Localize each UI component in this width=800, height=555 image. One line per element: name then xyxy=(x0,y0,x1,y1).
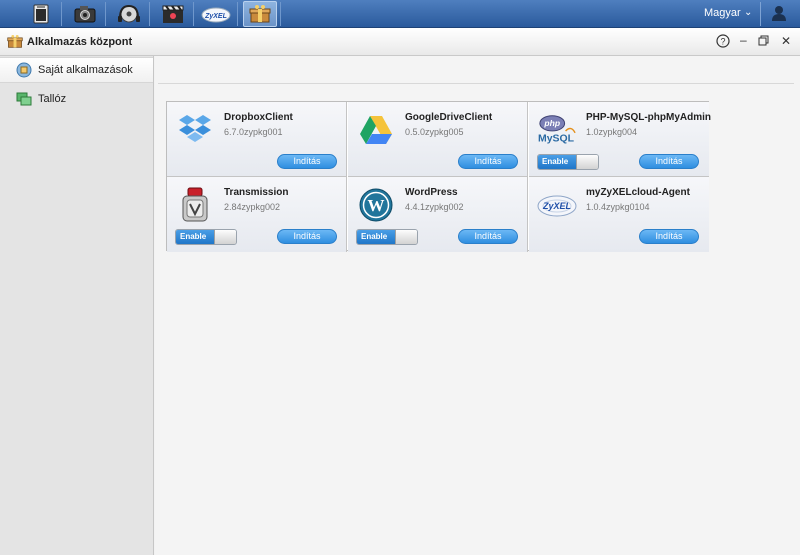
user-icon[interactable] xyxy=(770,4,788,25)
app-version: 6.7.0zypkg001 xyxy=(224,127,283,137)
app-name: myZyXELcloud-Agent xyxy=(586,187,690,198)
start-button-zyxel-cloud-agent[interactable]: Indítás xyxy=(639,229,699,244)
toggle-label: Enable xyxy=(357,230,395,244)
toggle-label: Enable xyxy=(538,155,576,169)
language-selector[interactable]: Magyar xyxy=(704,7,741,19)
video-icon xyxy=(162,5,184,23)
enable-toggle-wordpress[interactable]: Enable xyxy=(356,229,418,245)
app-version: 1.0zypkg004 xyxy=(586,127,638,137)
app-tile-transmission: Transmission 2.84zypkg002 Enable Indítás xyxy=(167,177,347,252)
file-browser-icon xyxy=(33,4,49,24)
app-tile-zyxel-cloud-agent: ZyXEL myZyXELcloud-Agent 1.0.4zypkg0104 … xyxy=(529,177,709,252)
app-name: WordPress xyxy=(405,187,458,198)
my-apps-icon xyxy=(16,62,32,78)
main-panel: DropboxClient 6.7.0zypkg001 Indítás Goog… xyxy=(155,56,800,555)
help-icon[interactable]: ? xyxy=(716,34,730,51)
dropbox-icon xyxy=(175,110,215,150)
app-tile-dropbox: DropboxClient 6.7.0zypkg001 Indítás xyxy=(167,102,347,177)
app-name: DropboxClient xyxy=(224,112,293,123)
app-center-icon xyxy=(7,34,23,52)
app-tile-php-mysql: php MySQL PHP-MySQL-phpMyAdmin 1.0zypkg0… xyxy=(529,102,711,177)
svg-text:?: ? xyxy=(720,37,725,47)
chevron-down-icon[interactable]: ⌄ xyxy=(744,7,752,18)
sidebar-item-browse[interactable]: Tallóz xyxy=(0,86,153,112)
toggle-knob xyxy=(214,230,236,244)
sidebar-item-my-apps[interactable]: Saját alkalmazások xyxy=(0,57,153,83)
taskbar-video-button[interactable] xyxy=(156,1,190,27)
zyxel-logo-text: ZyXEL xyxy=(542,201,571,211)
transmission-icon xyxy=(175,185,215,225)
taskbar-music-button[interactable] xyxy=(112,1,146,27)
sidebar-item-label: Tallóz xyxy=(38,93,67,105)
close-icon[interactable]: ✕ xyxy=(781,34,791,48)
taskbar-zyxel-button[interactable]: ZyXEL xyxy=(199,1,233,27)
window-header: Alkalmazás központ ? – ✕ xyxy=(0,28,800,56)
zyxel-logo-text: ZyXEL xyxy=(204,13,227,20)
app-name: Transmission xyxy=(224,187,289,198)
zyxel-cloud-icon: ZyXEL xyxy=(201,7,231,23)
browse-icon xyxy=(16,91,32,107)
photo-icon xyxy=(74,6,96,23)
php-logo-text: php xyxy=(543,118,560,128)
start-button-google-drive[interactable]: Indítás xyxy=(458,154,518,169)
app-version: 2.84zypkg002 xyxy=(224,202,281,212)
app-tile-google-drive: GoogleDriveClient 0.5.0zypkg005 Indítás xyxy=(348,102,528,177)
toggle-knob xyxy=(395,230,417,244)
taskbar-file-browser-button[interactable] xyxy=(24,1,58,27)
app-name: PHP-MySQL-phpMyAdmin xyxy=(586,112,711,123)
restore-icon[interactable] xyxy=(758,35,769,49)
app-tile-wordpress: W WordPress 4.4.1zypkg002 Enable Indítás xyxy=(348,177,528,252)
svg-text:W: W xyxy=(368,196,385,215)
start-button-dropbox[interactable]: Indítás xyxy=(277,154,337,169)
wordpress-icon: W xyxy=(356,185,396,225)
sidebar-item-label: Saját alkalmazások xyxy=(38,64,133,76)
app-version: 1.0.4zypkg0104 xyxy=(586,202,650,212)
app-grid: DropboxClient 6.7.0zypkg001 Indítás Goog… xyxy=(166,101,711,252)
app-version: 4.4.1zypkg002 xyxy=(405,202,464,212)
mysql-logo-text: MySQL xyxy=(538,133,575,144)
php-mysql-icon: php MySQL xyxy=(537,110,577,150)
app-center-icon xyxy=(249,5,271,23)
window-title: Alkalmazás központ xyxy=(27,36,133,48)
minimize-icon[interactable]: – xyxy=(740,33,747,47)
toggle-label: Enable xyxy=(176,230,214,244)
taskbar-photo-button[interactable] xyxy=(68,1,102,27)
enable-toggle-php-mysql[interactable]: Enable xyxy=(537,154,599,170)
app-name: GoogleDriveClient xyxy=(405,112,493,123)
taskbar-app-center-button[interactable] xyxy=(243,1,277,27)
taskbar: ZyXEL Magyar ⌄ xyxy=(0,0,800,28)
zyxel-cloud-icon: ZyXEL xyxy=(537,185,577,225)
enable-toggle-transmission[interactable]: Enable xyxy=(175,229,237,245)
toolbar-divider xyxy=(158,83,794,84)
start-button-php-mysql[interactable]: Indítás xyxy=(639,154,699,169)
app-version: 0.5.0zypkg005 xyxy=(405,127,464,137)
start-button-transmission[interactable]: Indítás xyxy=(277,229,337,244)
google-drive-icon xyxy=(356,110,396,150)
toggle-knob xyxy=(576,155,598,169)
music-icon xyxy=(118,4,140,23)
start-button-wordpress[interactable]: Indítás xyxy=(458,229,518,244)
sidebar: Saját alkalmazások Tallóz xyxy=(0,56,154,555)
